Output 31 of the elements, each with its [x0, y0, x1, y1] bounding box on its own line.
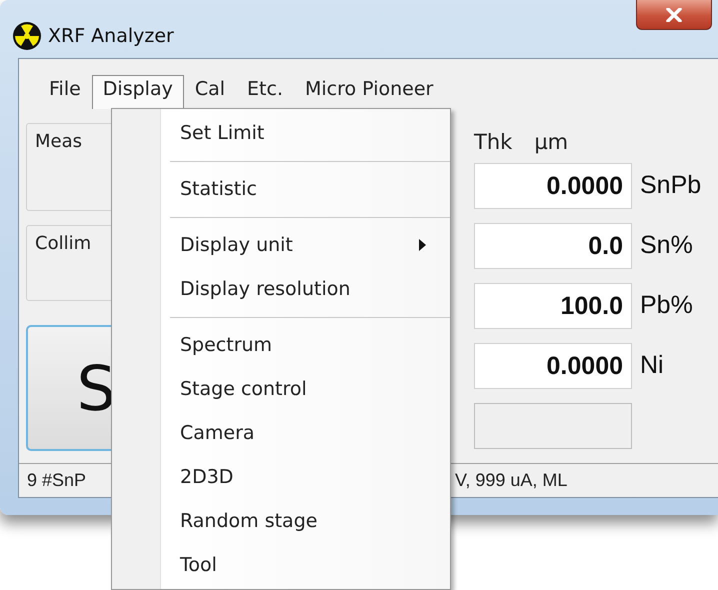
unit-label: Ni: [640, 350, 664, 382]
window-title: XRF Analyzer: [48, 24, 174, 49]
menu-item[interactable]: Display: [92, 75, 184, 109]
close-icon: [666, 8, 682, 22]
menu-item[interactable]: Random stage: [112, 499, 450, 543]
group-label: Meas: [35, 131, 82, 152]
status-text: V, 999 uA, ML: [455, 469, 568, 492]
group-label: Collim: [35, 233, 92, 254]
column-label: Thk: [474, 129, 512, 156]
menu-item[interactable]: Cal: [184, 75, 236, 109]
menu-item[interactable]: Etc.: [236, 75, 294, 109]
menu-item[interactable]: Tool: [112, 543, 450, 587]
submenu-arrow-icon: [419, 239, 426, 251]
menu-item[interactable]: Display resolution: [112, 267, 450, 311]
unit-label: Pb%: [640, 290, 693, 322]
result-field[interactable]: 0.0000: [474, 343, 632, 389]
unit-label: Sn%: [640, 230, 693, 262]
menu-item[interactable]: Statistic: [112, 167, 450, 211]
status-text: 9 #SnP: [27, 469, 86, 492]
menu-item[interactable]: Micro Pioneer: [294, 75, 444, 109]
close-button[interactable]: [636, 0, 712, 30]
result-field[interactable]: 0.0000: [474, 163, 632, 209]
menu-item[interactable]: File: [38, 75, 92, 109]
radiation-icon: [12, 21, 42, 51]
menu-item[interactable]: 2D3D: [112, 455, 450, 499]
result-field[interactable]: 0.0: [474, 223, 632, 269]
menu-item[interactable]: Set Limit: [112, 111, 450, 155]
result-field[interactable]: 100.0: [474, 283, 632, 329]
menu-item[interactable]: Display unit: [112, 223, 450, 267]
unit-label: µm: [534, 129, 568, 156]
unit-label: SnPb: [640, 170, 702, 202]
